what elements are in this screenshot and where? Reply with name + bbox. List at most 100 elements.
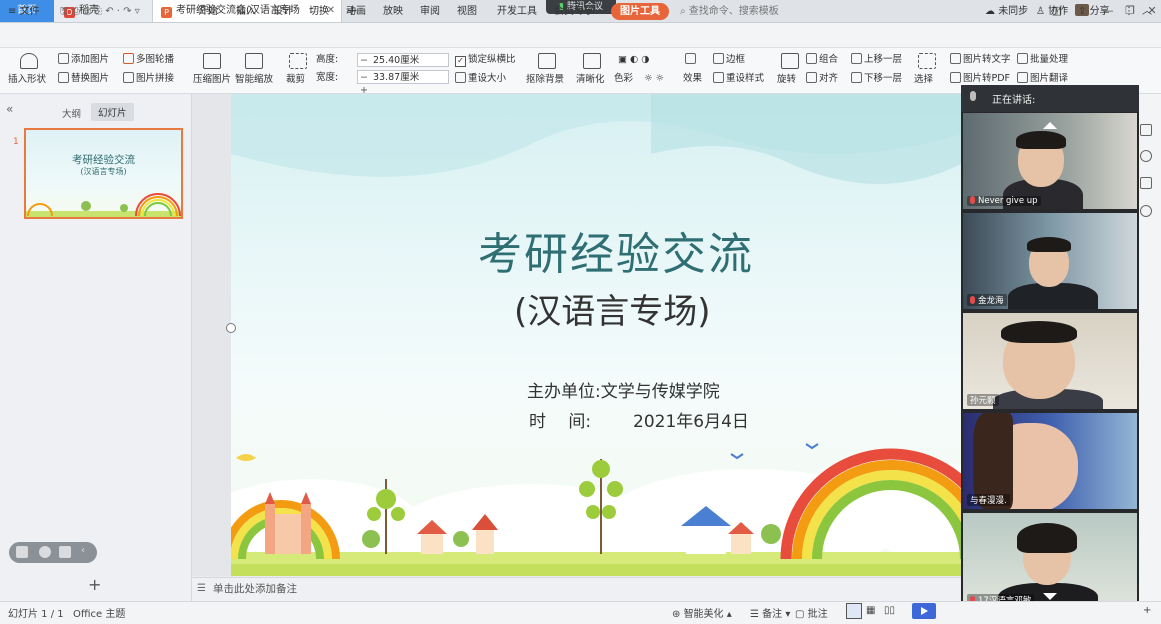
collab-button[interactable]: ♙ 协作 [1036, 0, 1068, 24]
video-tile[interactable]: 17汉语言邓敏 [963, 513, 1137, 609]
menu-review[interactable]: 审阅 [420, 0, 440, 24]
notes-placeholder[interactable]: 单击此处添加备注 [213, 581, 297, 596]
participant-name: Never give up [967, 196, 1041, 206]
beautify-button[interactable]: ⊛ 智能美化 ▴ [672, 605, 732, 620]
slide-subtitle[interactable]: (汉语言专场) [514, 284, 711, 333]
chevron-left-icon[interactable]: ‹ [81, 545, 85, 556]
collapse-ribbon-icon[interactable]: ︿ [1142, 0, 1152, 24]
adjust-icon[interactable] [1140, 124, 1152, 136]
notes-toggle-icon: ☰ [750, 609, 763, 620]
menu-design[interactable]: 设计 [273, 0, 293, 24]
sync-label: 未同步 [998, 6, 1029, 17]
zoom-in-icon[interactable]: + [1143, 605, 1151, 616]
comment-icon[interactable] [59, 546, 71, 558]
sorter-view-icon[interactable]: ▦ [866, 605, 875, 616]
select-button[interactable]: 选择 [914, 73, 933, 87]
notes-bar[interactable] [192, 577, 961, 602]
menu-transition[interactable]: 切换 [309, 0, 329, 24]
group-icon [806, 53, 817, 64]
menu-picture-tools[interactable]: 图片工具 [611, 3, 669, 20]
menu-member[interactable]: 会员专享 [554, 0, 594, 24]
border-button[interactable]: 边框 [713, 53, 745, 67]
rotate-button[interactable]: 旋转 [777, 73, 796, 87]
replace-picture-button[interactable]: 替换图片 [58, 72, 109, 86]
slide[interactable]: 考研经验交流 (汉语言专场) 主办单位:文学与传媒学院 时 间: 2021年6月… [231, 94, 961, 576]
video-tile[interactable]: 金龙海 [963, 213, 1137, 309]
brightness-icons[interactable]: ☼ ☼ [644, 72, 664, 86]
share-label: 分享 [1089, 6, 1110, 17]
pic-to-text-button[interactable]: 图片转文字 [950, 53, 1011, 67]
compress-button[interactable]: 压缩图片 [193, 73, 231, 87]
window-icon[interactable] [1140, 177, 1152, 189]
pic-translate-button[interactable]: 图片翻译 [1017, 72, 1068, 86]
menu-view[interactable]: 视图 [457, 0, 477, 24]
decrement-icon[interactable]: − [358, 54, 370, 67]
grid-icon[interactable] [16, 546, 28, 558]
crop-icon [289, 53, 307, 69]
color-button[interactable]: 色彩 [614, 72, 633, 86]
batch-button[interactable]: 批量处理 [1017, 53, 1068, 67]
participant-hair [1016, 131, 1066, 149]
video-tile[interactable]: 孙元颢 [963, 313, 1137, 409]
scroll-up-icon[interactable] [1043, 122, 1057, 129]
scroll-down-icon[interactable] [1043, 593, 1057, 600]
menu-start[interactable]: 开始 [198, 0, 218, 24]
smart-scale-button[interactable]: 智能缩放 [235, 73, 273, 87]
bring-forward-button[interactable]: 上移一层 [851, 53, 902, 67]
video-tile[interactable]: Never give up [963, 113, 1137, 209]
more-icon[interactable]: ⋮ [1124, 0, 1134, 24]
width-spinner[interactable]: −33.87厘米+ [357, 70, 449, 96]
multi-carousel-button[interactable]: 多图轮播 [123, 53, 174, 67]
notes-toggle[interactable]: ☰ 备注 ▾ [750, 605, 790, 620]
effects-button[interactable]: 效果 [683, 72, 702, 86]
resize-handle[interactable] [226, 323, 236, 333]
remove-bg-button[interactable]: 抠除背景 [526, 73, 564, 87]
picture-style-icons[interactable]: ▣ ◐ ◑ [618, 53, 650, 67]
collapse-panel-icon[interactable]: « [6, 102, 13, 116]
menu-animation[interactable]: 动画 [346, 0, 366, 24]
star-icon[interactable] [1140, 150, 1152, 162]
align-button[interactable]: 对齐 [806, 72, 838, 86]
play-slideshow-button[interactable] [912, 603, 936, 619]
video-tile[interactable]: 与春漫漫. [963, 413, 1137, 509]
insert-shape-button[interactable]: 插入形状 [8, 73, 46, 87]
menu-slideshow[interactable]: 放映 [383, 0, 403, 24]
menu-developer[interactable]: 开发工具 [497, 0, 537, 24]
pic-to-pdf-button[interactable]: 图片转PDF [950, 72, 1010, 86]
reading-view-icon[interactable]: ▯▯ [884, 605, 895, 616]
sharpen-button[interactable]: 清晰化 [576, 73, 605, 87]
decrement-icon[interactable]: − [358, 71, 370, 84]
slide-time-label[interactable]: 时 间: [529, 407, 591, 432]
slide-thumbnail[interactable]: 考研经验交流 (汉语言专场) [24, 128, 183, 219]
tab-outline[interactable]: 大纲 [62, 106, 81, 120]
slide-time-value[interactable]: 2021年6月4日 [633, 407, 749, 432]
menu-insert[interactable]: 插入 [236, 0, 256, 24]
lock-ratio-checkbox[interactable]: ✓ 锁定纵横比 [455, 53, 516, 67]
sync-status[interactable]: ☁ 未同步 [985, 0, 1028, 24]
send-backward-button[interactable]: 下移一层 [851, 72, 902, 86]
reset-style-button[interactable]: 重设样式 [713, 72, 764, 86]
crop-button[interactable]: 裁剪 [286, 73, 305, 87]
tab-slides[interactable]: 幻灯片 [91, 103, 134, 121]
height-value[interactable]: 25.40厘米 [370, 54, 437, 67]
add-picture-button[interactable]: 添加图片 [58, 53, 109, 67]
command-search[interactable]: ⌕ 查找命令、搜索模板 [680, 0, 779, 24]
reset-size-icon [455, 72, 466, 83]
quick-toolbar-icons[interactable]: 🖫 ⎙ ⎙ ⎘ ↶ · ↷ ▿ [60, 0, 140, 24]
reset-size-button[interactable]: 重设大小 [455, 72, 506, 86]
slide-host-line[interactable]: 主办单位:文学与传媒学院 [527, 377, 720, 402]
normal-view-icon[interactable] [846, 603, 862, 619]
picture-stitch-button[interactable]: 图片拼接 [123, 72, 174, 86]
height-spinner[interactable]: −25.40厘米+ [357, 53, 449, 79]
menu-file[interactable]: ≡ 文件 [8, 0, 40, 24]
theme-name[interactable]: Office 主题 [73, 605, 125, 620]
share-button[interactable]: ⇪ 分享 [1078, 0, 1110, 24]
comments-toggle[interactable]: ▢ 批注 [795, 605, 828, 620]
emoji-icon[interactable] [39, 546, 51, 558]
width-value[interactable]: 33.87厘米 [370, 71, 437, 84]
group-button[interactable]: 组合 [806, 53, 838, 67]
beautify-icon: ⊛ [672, 609, 684, 620]
help-icon[interactable] [1140, 205, 1152, 217]
slide-title[interactable]: 考研经验交流 [231, 218, 961, 282]
add-slide-button[interactable]: + [88, 575, 101, 594]
